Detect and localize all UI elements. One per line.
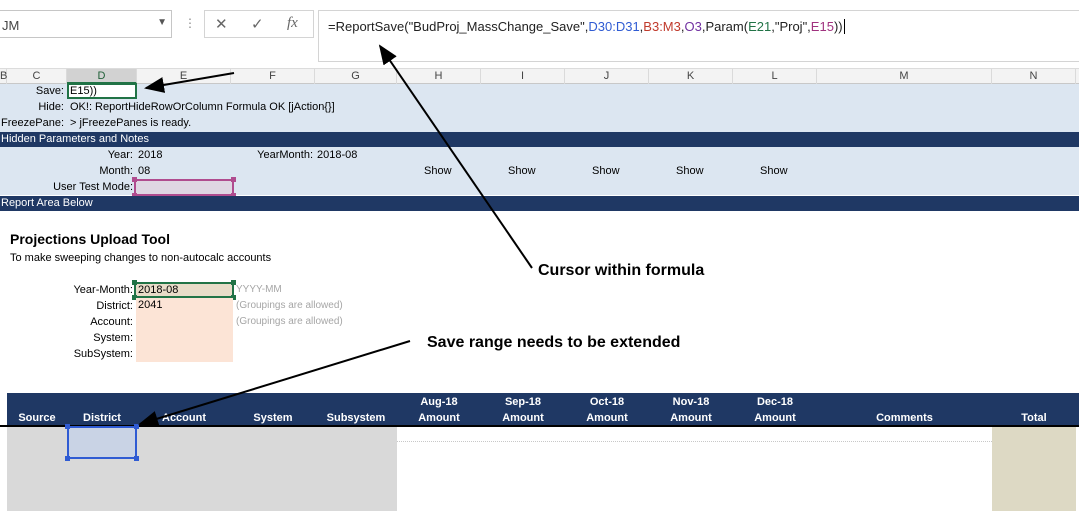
arrow-to-formula: [378, 44, 533, 269]
arrow-to-save-cell: [144, 72, 235, 93]
annotation-arrows: [138, 44, 533, 427]
arrow-to-district-range: [138, 340, 411, 427]
